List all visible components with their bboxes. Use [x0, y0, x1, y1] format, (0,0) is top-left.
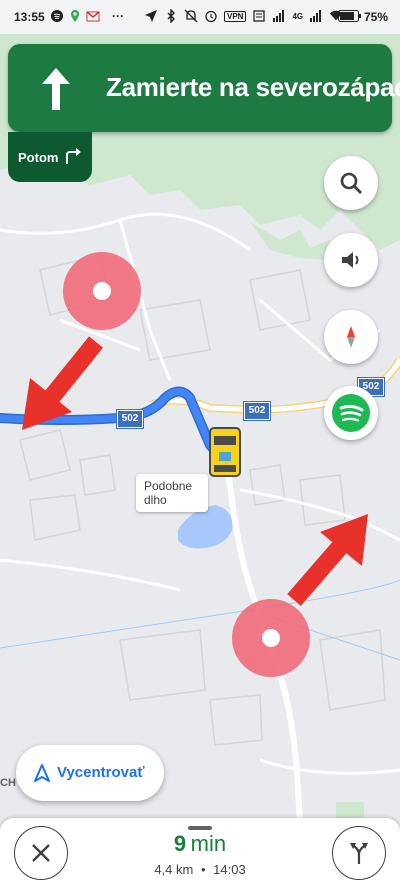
- annotation-circle-upper: [63, 252, 141, 330]
- more-notifications-icon: ···: [112, 9, 124, 23]
- navigation-instruction-banner[interactable]: Zamierte na severozápad: [8, 44, 400, 132]
- status-bar: 13:55 ··· VPN 4G 75%: [0, 0, 400, 34]
- route-shield: 502: [117, 410, 143, 428]
- location-icon: [145, 10, 157, 22]
- alarm-icon: [205, 10, 217, 23]
- spotify-icon: [332, 394, 370, 432]
- vpn-badge: VPN: [224, 10, 247, 22]
- bluetooth-icon: [167, 9, 175, 23]
- signal-icon: [273, 10, 285, 22]
- instruction-text: Zamierte na severozápad: [106, 72, 400, 102]
- system-icons: VPN 4G: [144, 9, 343, 23]
- notification-icons: ···: [50, 9, 124, 23]
- compass-button[interactable]: [324, 310, 378, 364]
- recenter-label: Vycentrovať: [57, 764, 145, 781]
- signal-icon-2: [310, 10, 322, 22]
- volume-icon: [342, 252, 359, 268]
- alternate-routes-button[interactable]: [332, 826, 386, 880]
- battery-icon: [338, 10, 361, 22]
- spotify-button[interactable]: [324, 386, 378, 440]
- search-icon: [340, 172, 362, 194]
- next-step-box[interactable]: Potom: [8, 132, 92, 182]
- recenter-button[interactable]: Vycentrovať: [16, 745, 164, 801]
- sim-icon: [253, 10, 266, 22]
- status-time: 13:55: [14, 10, 45, 24]
- search-button[interactable]: [324, 156, 378, 210]
- arrival-time: 14:03: [213, 862, 246, 877]
- compass-icon: [347, 326, 355, 348]
- trip-summary-sheet[interactable]: 9 min 4,4 km • 14:03: [0, 818, 400, 889]
- arrow-up-icon: [42, 68, 70, 110]
- alternate-routes-icon: [350, 843, 368, 864]
- car-icon: [209, 427, 241, 477]
- annotation-circle-lower: [232, 599, 310, 677]
- route-shield: 502: [244, 402, 270, 420]
- alternate-route-label[interactable]: Podobne dlho: [136, 474, 208, 512]
- then-label: Potom: [18, 150, 59, 165]
- duration-unit: min: [190, 831, 227, 856]
- sheet-handle[interactable]: [188, 826, 212, 830]
- trip-distance: 4,4 km: [154, 862, 194, 877]
- spotify-notification-icon: [51, 10, 63, 22]
- navigation-arrow-icon: [34, 764, 50, 782]
- battery-percent: 75%: [364, 10, 389, 24]
- mute-icon: [184, 9, 198, 23]
- sound-button[interactable]: [324, 233, 378, 287]
- turn-right-icon: [66, 148, 81, 164]
- separator-dot: •: [200, 862, 206, 877]
- map-edge-label: CH: [0, 777, 16, 789]
- maps-notification-icon: [71, 10, 79, 22]
- poi-label-line1: Podobne: [144, 479, 193, 493]
- poi-label-line2: dlho: [144, 493, 167, 507]
- gmail-notification-icon: [86, 11, 100, 22]
- network-type: 4G: [292, 11, 304, 21]
- duration-value: 9: [173, 831, 187, 856]
